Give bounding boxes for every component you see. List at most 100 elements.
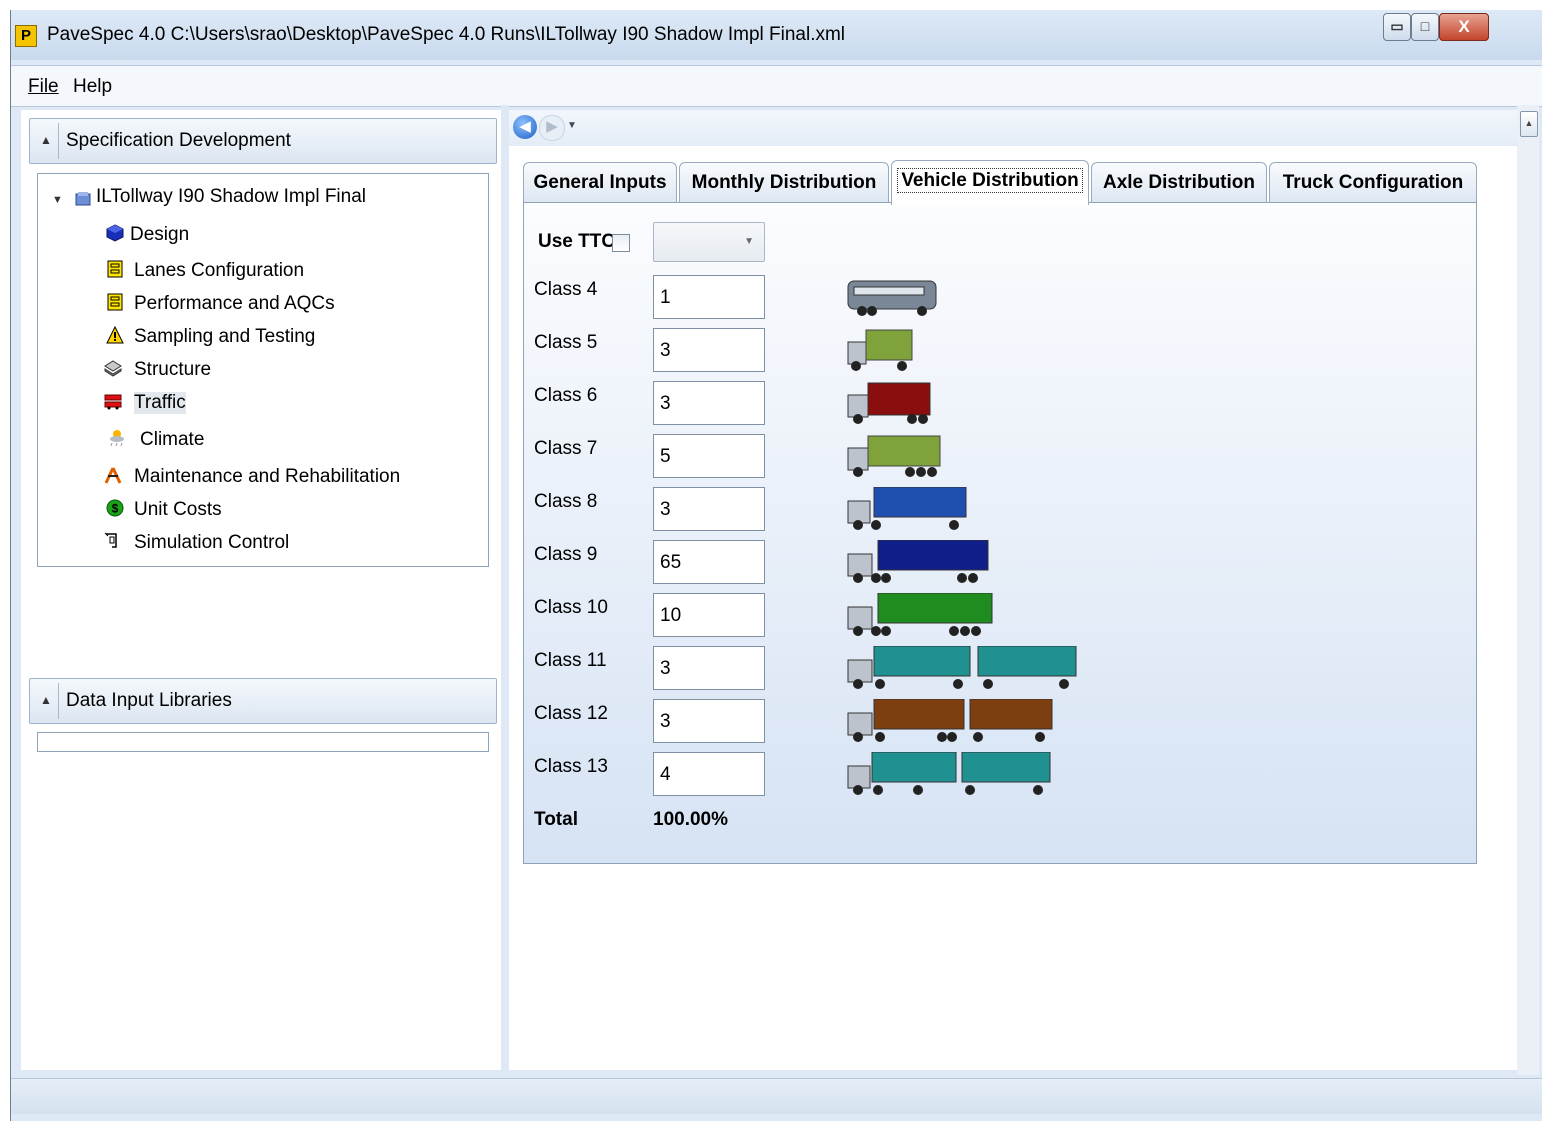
class-7-label: Class 7 <box>534 438 598 459</box>
class-8-label: Class 8 <box>534 491 598 512</box>
dollar-icon: $ <box>106 499 124 517</box>
chevron-down-icon: ▼ <box>744 236 754 247</box>
cube-icon <box>106 224 124 242</box>
tree-item-lanes-configuration[interactable]: Lanes Configuration <box>134 260 304 282</box>
tab-truck-configuration[interactable]: Truck Configuration <box>1269 162 1477 203</box>
tab-monthly-distribution[interactable]: Monthly Distribution <box>679 162 889 203</box>
class-7-truck-icon <box>847 435 941 477</box>
menu-bar: File Help <box>11 65 1542 107</box>
class-10-truck-icon <box>847 593 993 636</box>
performance-icon <box>107 293 123 311</box>
tree-item-performance-and-aqcs[interactable]: Performance and AQCs <box>134 293 335 315</box>
tab-control: General Inputs Monthly Distribution Vehi… <box>523 160 1477 874</box>
project-icon <box>75 192 91 206</box>
forward-arrow-icon[interactable]: ▶ <box>539 115 565 141</box>
traffic-icon <box>104 394 122 410</box>
use-ttc-label: Use TTC <box>538 231 616 252</box>
close-icon: X <box>1458 17 1470 36</box>
navigation-bar: ◀ ▶ ▼ <box>509 110 1533 146</box>
vehicle-distribution-panel: Use TTC ▼ Class 4 1 Class 5 3 Class 6 3 … <box>523 202 1477 864</box>
class-6-truck-icon <box>847 382 931 424</box>
class-12-truck-icon <box>847 699 1053 742</box>
content-panel: ◀ ▶ ▼ General Inputs Monthly Distributio… <box>509 110 1533 1070</box>
class-4-bus-icon <box>847 280 937 316</box>
tree-item-structure[interactable]: Structure <box>134 359 211 381</box>
vertical-scrollbar[interactable]: ▲ <box>1517 105 1539 1075</box>
back-arrow-icon[interactable]: ◀ <box>513 115 537 139</box>
panel-splitter[interactable] <box>501 105 509 1075</box>
app-window: P PaveSpec 4.0 C:\Users\srao\Desktop\Pav… <box>10 10 1542 1121</box>
class-11-label: Class 11 <box>534 650 607 671</box>
class-4-input[interactable]: 1 <box>653 275 765 319</box>
class-5-input[interactable]: 3 <box>653 328 765 372</box>
class-12-input[interactable]: 3 <box>653 699 765 743</box>
total-label: Total <box>534 809 578 830</box>
total-value: 100.00% <box>653 809 729 830</box>
minimize-button[interactable]: ▭ <box>1383 13 1411 41</box>
spec-development-label: Specification Development <box>66 130 291 151</box>
spec-tree: ▼ ILTollway I90 Shadow Impl Final Design… <box>37 173 489 567</box>
collapse-arrow-icon[interactable]: ▲ <box>40 133 52 147</box>
class-6-input[interactable]: 3 <box>653 381 765 425</box>
data-input-libraries-header[interactable]: ▲ Data Input Libraries <box>29 678 497 724</box>
title-bar[interactable]: P PaveSpec 4.0 C:\Users\srao\Desktop\Pav… <box>11 10 1542 60</box>
header-divider <box>58 683 59 719</box>
ttc-select[interactable]: ▼ <box>653 222 765 262</box>
tree-item-climate[interactable]: Climate <box>140 429 204 451</box>
scroll-up-icon[interactable]: ▲ <box>1520 111 1538 137</box>
simulation-icon <box>104 532 117 548</box>
use-ttc-checkbox[interactable] <box>612 234 630 252</box>
class-4-label: Class 4 <box>534 279 598 300</box>
spec-development-header[interactable]: ▲ Specification Development <box>29 118 497 164</box>
tree-expand-icon[interactable]: ▼ <box>52 194 63 206</box>
tree-item-unit-costs[interactable]: Unit Costs <box>134 499 222 521</box>
tab-vehicle-distribution[interactable]: Vehicle Distribution <box>891 160 1089 205</box>
svg-text:$: $ <box>112 502 119 516</box>
window-title: PaveSpec 4.0 C:\Users\srao\Desktop\PaveS… <box>47 24 846 45</box>
tab-vehicle-distribution-label: Vehicle Distribution <box>897 168 1083 193</box>
tree-item-design[interactable]: Design <box>130 224 189 246</box>
app-icon: P <box>15 25 37 47</box>
class-13-input[interactable]: 4 <box>653 752 765 796</box>
data-input-libraries-list[interactable] <box>37 732 489 752</box>
close-button[interactable]: X <box>1439 13 1489 41</box>
header-divider <box>58 123 59 159</box>
class-12-label: Class 12 <box>534 703 608 724</box>
status-bar <box>11 1078 1542 1114</box>
tree-item-maintenance-and-rehabilitation[interactable]: Maintenance and Rehabilitation <box>134 466 400 488</box>
tree-item-traffic[interactable]: Traffic <box>134 392 186 414</box>
class-10-input[interactable]: 10 <box>653 593 765 637</box>
class-11-input[interactable]: 3 <box>653 646 765 690</box>
minimize-icon: ▭ <box>1390 18 1404 34</box>
tab-axle-distribution[interactable]: Axle Distribution <box>1091 162 1267 203</box>
class-9-truck-icon <box>847 540 989 583</box>
class-9-label: Class 9 <box>534 544 598 565</box>
class-10-label: Class 10 <box>534 597 608 618</box>
menu-help[interactable]: Help <box>73 76 112 98</box>
collapse-arrow-icon[interactable]: ▲ <box>40 693 52 707</box>
layers-icon <box>104 360 122 377</box>
tree-item-simulation-control[interactable]: Simulation Control <box>134 532 289 554</box>
class-7-input[interactable]: 5 <box>653 434 765 478</box>
class-5-truck-icon <box>847 329 913 371</box>
tree-item-sampling-and-testing[interactable]: Sampling and Testing <box>134 326 315 348</box>
tree-project[interactable]: ILTollway I90 Shadow Impl Final <box>96 186 366 208</box>
maximize-button[interactable]: □ <box>1411 13 1439 41</box>
climate-icon <box>110 430 124 447</box>
maintenance-icon <box>104 467 122 484</box>
class-5-label: Class 5 <box>534 332 598 353</box>
class-6-label: Class 6 <box>534 385 598 406</box>
tab-general-inputs[interactable]: General Inputs <box>523 162 677 203</box>
class-8-truck-icon <box>847 487 967 530</box>
class-9-input[interactable]: 65 <box>653 540 765 584</box>
class-13-truck-icon <box>847 752 1051 795</box>
class-8-input[interactable]: 3 <box>653 487 765 531</box>
maximize-icon: □ <box>1420 18 1430 34</box>
menu-file[interactable]: File <box>28 76 59 98</box>
class-13-label: Class 13 <box>534 756 608 777</box>
data-input-libraries-label: Data Input Libraries <box>66 690 232 711</box>
lanes-icon <box>107 260 123 278</box>
left-panel: ▲ Specification Development ▼ ILTollway … <box>21 110 501 1070</box>
history-dropdown-icon[interactable]: ▼ <box>567 120 577 131</box>
class-11-truck-icon <box>847 646 1077 689</box>
